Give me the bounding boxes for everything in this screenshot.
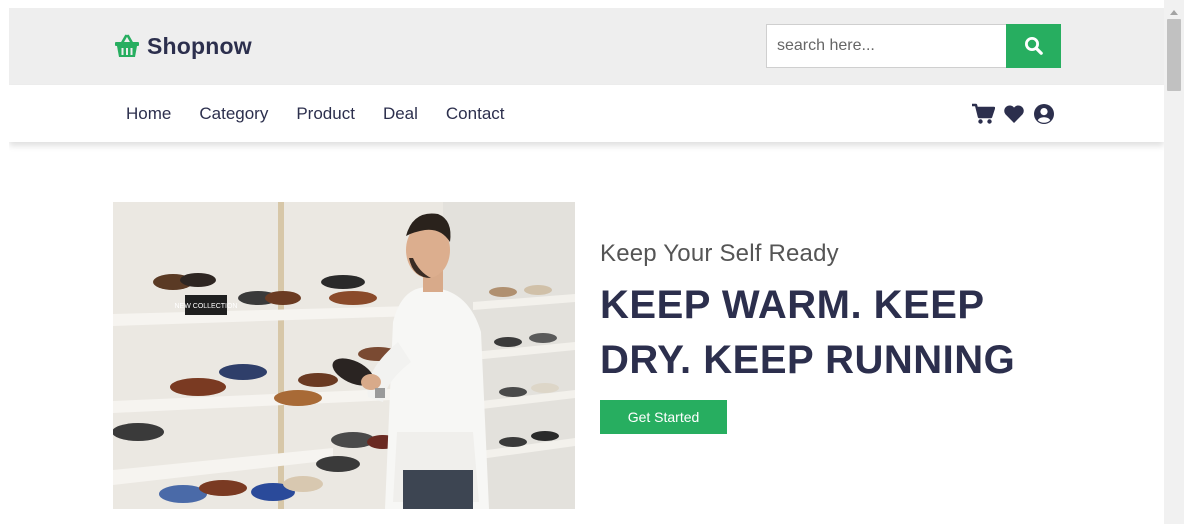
hero-image: NEW COLLECTION: [113, 202, 575, 509]
nav-bar: Home Category Product Deal Contact: [9, 85, 1164, 142]
search-input[interactable]: [766, 24, 1006, 68]
nav-link-deal[interactable]: Deal: [383, 104, 418, 124]
logo-text: Shopnow: [147, 32, 252, 59]
get-started-button[interactable]: Get Started: [600, 400, 727, 434]
nav-link-category[interactable]: Category: [199, 104, 268, 124]
heart-icon[interactable]: [1003, 104, 1025, 124]
new-collection-sign: NEW COLLECTION: [174, 303, 237, 310]
search-button[interactable]: [1006, 24, 1061, 68]
shoe-store-photo: NEW COLLECTION: [113, 202, 575, 509]
nav-link-product[interactable]: Product: [296, 104, 355, 124]
nav-links: Home Category Product Deal Contact: [126, 85, 505, 142]
scrollbar-thumb[interactable]: [1167, 19, 1181, 91]
shopping-basket-icon: [115, 34, 139, 57]
header-top: Shopnow: [9, 8, 1164, 85]
scroll-up-arrow-icon[interactable]: [1170, 10, 1178, 15]
search-bar: [766, 24, 1061, 68]
nav-icons: [971, 85, 1055, 142]
hero-text: Keep Your Self Ready KEEP WARM. KEEP DRY…: [600, 240, 1050, 388]
hero-title: KEEP WARM. KEEP DRY. KEEP RUNNING: [600, 283, 1016, 382]
search-icon: [1024, 37, 1043, 55]
shopping-cart-icon[interactable]: [971, 103, 995, 125]
logo[interactable]: Shopnow: [113, 30, 252, 62]
user-circle-icon[interactable]: [1033, 103, 1055, 125]
nav-link-home[interactable]: Home: [126, 104, 171, 124]
page: Shopnow Home Category Product Deal Conta…: [9, 8, 1164, 524]
vertical-scrollbar[interactable]: [1164, 0, 1184, 524]
hero-subtitle: Keep Your Self Ready: [600, 240, 839, 267]
nav-link-contact[interactable]: Contact: [446, 104, 505, 124]
